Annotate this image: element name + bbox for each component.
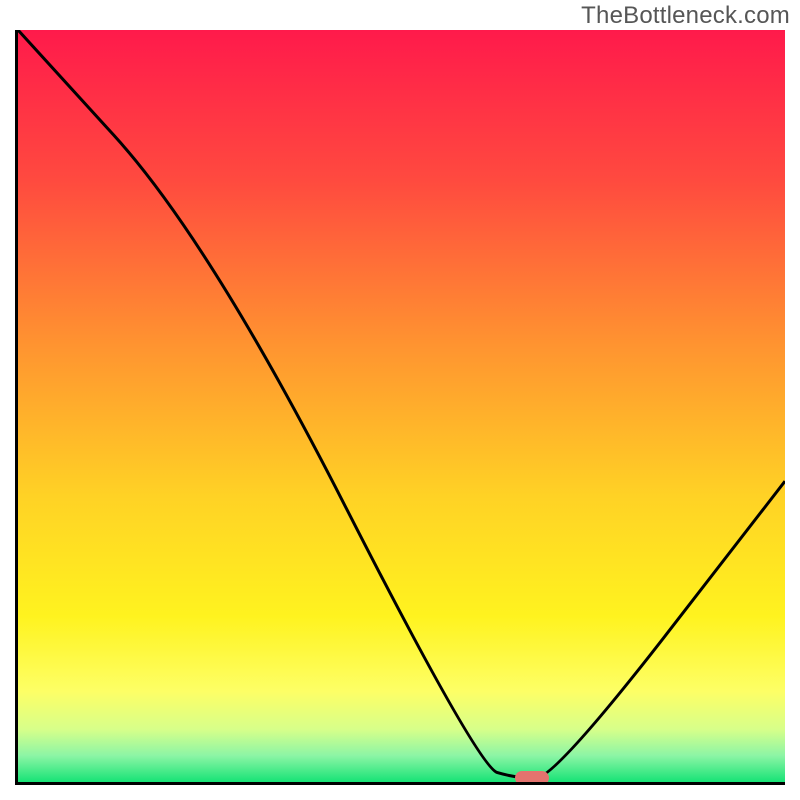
bottleneck-curve bbox=[18, 30, 785, 782]
plot-area bbox=[15, 30, 785, 785]
optimum-marker bbox=[515, 771, 549, 785]
chart-stage: TheBottleneck.com bbox=[0, 0, 800, 800]
watermark-text: TheBottleneck.com bbox=[581, 2, 790, 30]
